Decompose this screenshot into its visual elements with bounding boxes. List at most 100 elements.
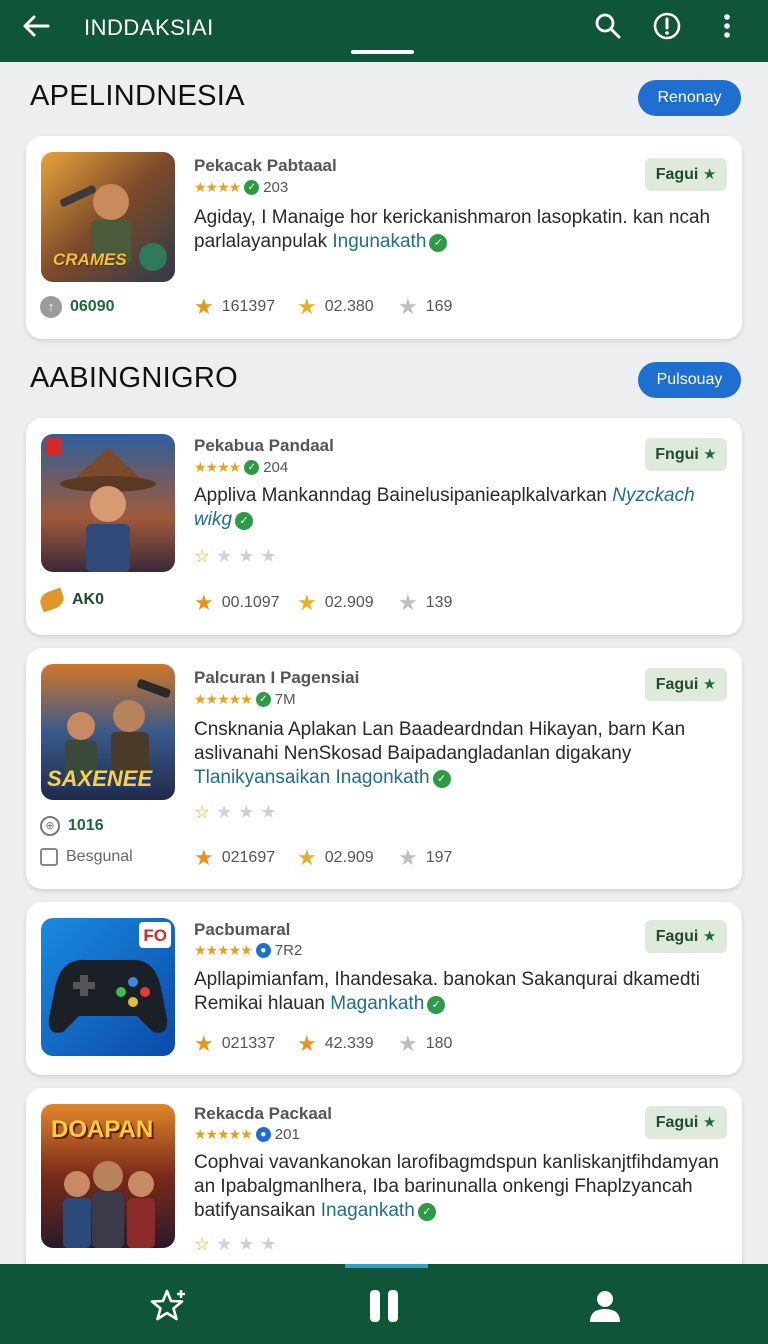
description-link[interactable]: Magankath xyxy=(330,993,424,1014)
verified-icon: ● xyxy=(255,1127,271,1142)
app-thumbnail: SAXENEE xyxy=(41,664,175,800)
app-card[interactable]: DOAPAN Rekacda Packaal ★★★★★ ● 201 Cophv… xyxy=(26,1088,742,1278)
stat-item: ★ 02.380 xyxy=(297,296,374,318)
description-text: Agiday, I Manaige hor kerickanishmaron l… xyxy=(194,207,711,252)
stats-row: ★ 021337 ★ 42.339 ★ 180 xyxy=(194,1033,694,1057)
meta-value: 06090 xyxy=(70,298,115,315)
stat-item: ★ 197 xyxy=(398,847,452,869)
drag-handle[interactable] xyxy=(351,50,414,54)
rating-line: ★★★★★ ● 7R2 xyxy=(194,942,302,959)
app-card[interactable]: SAXENEE Palcuran I Pagensiai ★★★★★ ✓ 7M … xyxy=(26,648,742,889)
search-icon[interactable] xyxy=(592,10,624,42)
verified-icon: ✓ xyxy=(255,692,271,707)
favorite-button[interactable]: Fagui ★ xyxy=(645,920,727,953)
star-icon: ★ xyxy=(216,546,239,566)
check-icon: ✓ xyxy=(429,234,448,252)
favorite-button[interactable]: Fagui ★ xyxy=(645,668,727,701)
star-outline-icon[interactable] xyxy=(148,1286,188,1326)
favorite-button[interactable]: Fagui ★ xyxy=(645,1106,727,1139)
star-icon: ★ xyxy=(238,1234,261,1254)
pause-icon[interactable] xyxy=(364,1286,404,1326)
star-icon: ★ xyxy=(297,590,317,615)
stat-item: ★ 42.339 xyxy=(297,1033,374,1055)
app-card[interactable]: FO Pacbumaral ★★★★★ ● 7R2 Apllapimianfam… xyxy=(26,902,742,1075)
stat-value: 180 xyxy=(425,1035,453,1052)
favorite-button[interactable]: Fngui ★ xyxy=(645,438,727,471)
star-icon: ★ xyxy=(297,294,317,319)
favorite-button[interactable]: Fagui ★ xyxy=(645,158,727,191)
top-app-bar: INDDAKSIAI xyxy=(0,0,768,62)
user-rating-stars[interactable]: ☆★★★ xyxy=(194,1234,283,1255)
stat-value: 197 xyxy=(425,849,453,866)
section-action-button[interactable]: Renonay xyxy=(638,80,741,116)
star-icon: ★ xyxy=(702,1114,717,1131)
app-thumbnail: DOAPAN xyxy=(41,1104,175,1248)
section-header: APELINDNESIA Renonay xyxy=(0,80,768,120)
star-icon: ★ xyxy=(297,1031,317,1056)
thumbnail-label: CRAMES xyxy=(53,250,127,269)
stat-item: ★ 139 xyxy=(398,592,452,614)
meta-value: AK0 xyxy=(72,591,105,608)
left-meta-secondary: Besgunal xyxy=(40,848,133,866)
app-description: Apllapimianfam, Ihandesaka. banokan Saka… xyxy=(194,968,719,1016)
stat-item: ★ 180 xyxy=(398,1033,452,1055)
back-arrow-icon[interactable] xyxy=(20,10,52,42)
stats-row: ★ 021697 ★ 02.909 ★ 197 xyxy=(194,847,694,871)
star-icon: ★ xyxy=(194,845,214,870)
description-text: Apllapimianfam, Ihandesaka. banokan Saka… xyxy=(194,969,700,1014)
star-icon: ★ xyxy=(702,166,717,183)
description-link[interactable]: Tlanikyansaikan Inagonkath xyxy=(194,767,430,788)
description-link[interactable]: Ingunakath xyxy=(332,231,426,252)
stat-value: 02.380 xyxy=(324,298,374,315)
rating-stars-icon: ★★★★ xyxy=(194,179,241,195)
thumbnail-label: FO xyxy=(143,926,167,945)
thumbnail-label: SAXENEE xyxy=(47,766,153,791)
app-card[interactable]: CRAMES Pekacak Pabtaaal ★★★★ ✓ 203 Agida… xyxy=(26,136,742,339)
section-title: AABINGNIGRO xyxy=(30,362,238,394)
info-icon[interactable] xyxy=(651,10,683,42)
rating-count: 203 xyxy=(263,179,289,196)
download-icon: ↑ xyxy=(40,296,62,318)
app-card[interactable]: Pekabua Pandaal ★★★★ ✓ 204 Appliva Manka… xyxy=(26,418,742,635)
star-outline-icon: ☆ xyxy=(194,546,217,566)
thumbnail-label: DOAPAN xyxy=(51,1116,154,1143)
rating-line: ★★★★ ✓ 203 xyxy=(194,179,288,196)
check-icon: ✓ xyxy=(235,512,254,530)
favorite-label: Fagui xyxy=(655,1114,699,1131)
person-icon[interactable] xyxy=(585,1286,625,1326)
nav-active-indicator xyxy=(345,1264,428,1268)
rating-stars-icon: ★★★★★ xyxy=(194,942,253,958)
star-icon: ★ xyxy=(216,1234,239,1254)
star-icon: ★ xyxy=(216,802,239,822)
stat-value: 169 xyxy=(425,298,453,315)
more-vert-icon[interactable] xyxy=(711,10,743,42)
description-link[interactable]: Inagankath xyxy=(321,1200,415,1221)
user-rating-stars[interactable]: ☆★★★ xyxy=(194,546,283,567)
app-description: Appliva Mankanndag Bainelusipanieaplkalv… xyxy=(194,484,719,532)
star-icon: ★ xyxy=(238,802,261,822)
app-name: Pacbumaral xyxy=(194,920,291,939)
section-title: APELINDNESIA xyxy=(30,80,245,112)
section-action-button[interactable]: Pulsouay xyxy=(638,362,741,398)
stat-item: ★ 02.909 xyxy=(297,847,374,869)
user-rating-stars[interactable]: ☆★★★ xyxy=(194,802,283,823)
stat-item: ★ 021697 xyxy=(194,847,275,869)
rating-count: 204 xyxy=(263,459,289,476)
stat-value: 161397 xyxy=(221,298,276,315)
bottom-navigation xyxy=(0,1264,768,1344)
app-name: Pekacak Pabtaaal xyxy=(194,156,337,175)
rating-line: ★★★★★ ✓ 7M xyxy=(194,691,296,708)
stats-row: ★ 161397 ★ 02.380 ★ 169 xyxy=(194,296,694,320)
stat-item: ★ 161397 xyxy=(194,296,275,318)
check-icon: ✓ xyxy=(432,770,451,788)
app-thumbnail: FO xyxy=(41,918,175,1056)
app-name: Palcuran I Pagensiai xyxy=(194,668,360,687)
leaf-icon xyxy=(37,587,67,613)
star-icon: ★ xyxy=(194,1031,214,1056)
favorite-label: Fagui xyxy=(655,928,699,945)
star-icon: ★ xyxy=(260,1234,283,1254)
star-icon: ★ xyxy=(297,845,317,870)
section-header: AABINGNIGRO Pulsouay xyxy=(0,362,768,402)
left-meta: ⊕ 1016 xyxy=(40,816,104,836)
star-outline-icon: ☆ xyxy=(194,802,217,822)
